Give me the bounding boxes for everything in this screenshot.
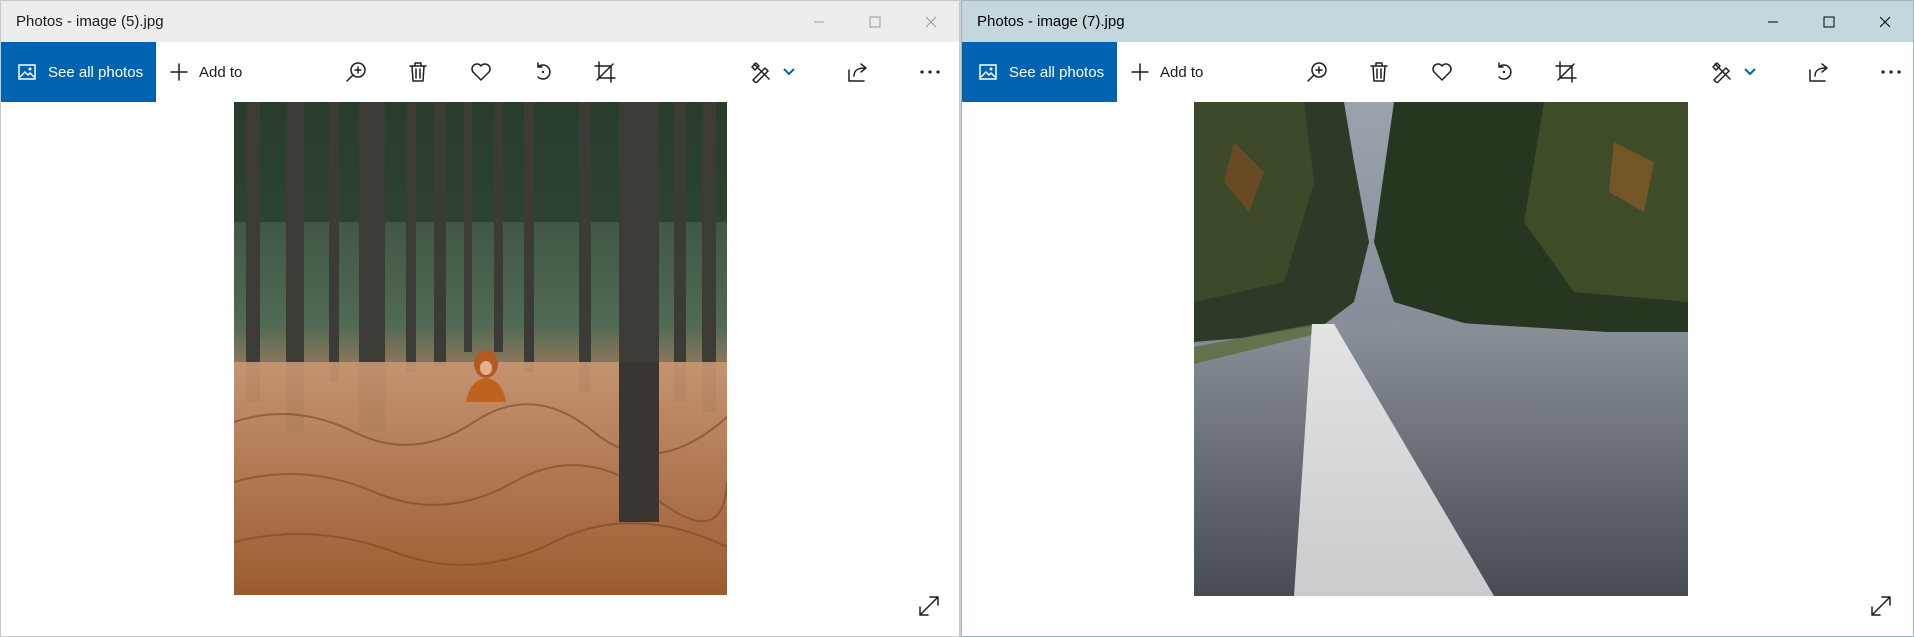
expand-icon xyxy=(1871,596,1891,616)
window-title: Photos - image (7).jpg xyxy=(977,13,1125,30)
road-photo xyxy=(1194,102,1688,596)
minimize-button[interactable] xyxy=(1745,1,1801,42)
window-title: Photos - image (5).jpg xyxy=(16,13,164,30)
see-all-photos-label: See all photos xyxy=(1009,63,1105,81)
minimize-icon xyxy=(814,21,824,22)
maximize-icon xyxy=(869,16,881,27)
favorite-icon xyxy=(1432,63,1452,81)
share-icon xyxy=(848,63,867,82)
crop-icon xyxy=(1555,61,1577,83)
share-button[interactable] xyxy=(1796,42,1840,102)
photos-window-image-7: Photos - image (7).jpg See all photos Ad… xyxy=(961,0,1914,637)
chevron-down-icon xyxy=(1744,68,1756,76)
maximize-button[interactable] xyxy=(847,1,903,42)
plus-icon xyxy=(170,63,188,81)
add-to-label: Add to xyxy=(199,63,243,81)
edit-dropdown-button[interactable] xyxy=(777,42,801,102)
caption-buttons xyxy=(1745,1,1913,42)
favorite-button[interactable] xyxy=(459,42,503,102)
crop-icon xyxy=(594,61,616,83)
add-to-button[interactable]: Add to xyxy=(1130,42,1203,102)
caption-buttons xyxy=(791,1,959,42)
minimize-icon xyxy=(1768,21,1778,22)
toolbar: See all photos Add to xyxy=(962,42,1913,102)
toolbar: See all photos Add to xyxy=(1,42,959,102)
see-all-photos-label: See all photos xyxy=(48,63,144,81)
edit-dropdown-button[interactable] xyxy=(1738,42,1762,102)
rotate-button[interactable] xyxy=(1482,42,1526,102)
zoom-icon xyxy=(1307,62,1327,82)
title-bar[interactable]: Photos - image (7).jpg xyxy=(962,1,1913,42)
fullscreen-button[interactable] xyxy=(909,586,949,626)
rotate-icon xyxy=(1498,62,1512,80)
photo-image-7[interactable] xyxy=(1194,102,1688,596)
see-all-photos-button[interactable]: See all photos xyxy=(1,42,156,102)
photo-gallery-icon xyxy=(979,64,997,80)
edit-icon xyxy=(751,62,770,83)
chevron-down-icon xyxy=(783,68,795,76)
photo-image-5[interactable] xyxy=(234,102,727,595)
rotate-icon xyxy=(537,62,551,80)
add-to-label: Add to xyxy=(1160,63,1204,81)
edit-create-button[interactable] xyxy=(741,42,781,102)
see-all-photos-button[interactable]: See all photos xyxy=(962,42,1117,102)
crop-button[interactable] xyxy=(1544,42,1588,102)
close-icon xyxy=(925,16,937,27)
more-options-button[interactable] xyxy=(908,42,952,102)
fullscreen-button[interactable] xyxy=(1861,586,1901,626)
plus-icon xyxy=(1131,63,1149,81)
add-to-button[interactable]: Add to xyxy=(169,42,242,102)
maximize-button[interactable] xyxy=(1801,1,1857,42)
close-icon xyxy=(1879,16,1891,27)
close-button[interactable] xyxy=(903,1,959,42)
zoom-icon xyxy=(346,62,366,82)
photos-window-image-5: Photos - image (5).jpg See all photos Ad… xyxy=(0,0,960,637)
more-icon xyxy=(920,70,940,74)
zoom-button[interactable] xyxy=(1295,42,1339,102)
title-bar[interactable]: Photos - image (5).jpg xyxy=(1,1,959,42)
minimize-button[interactable] xyxy=(791,1,847,42)
crop-button[interactable] xyxy=(583,42,627,102)
more-icon xyxy=(1881,70,1901,74)
photo-gallery-icon xyxy=(18,64,36,80)
edit-icon xyxy=(1712,62,1731,83)
close-button[interactable] xyxy=(1857,1,1913,42)
more-options-button[interactable] xyxy=(1869,42,1913,102)
zoom-button[interactable] xyxy=(334,42,378,102)
delete-button[interactable] xyxy=(1357,42,1401,102)
edit-create-button[interactable] xyxy=(1702,42,1742,102)
rotate-button[interactable] xyxy=(521,42,565,102)
favorite-button[interactable] xyxy=(1420,42,1464,102)
forest-fern-photo xyxy=(234,102,727,595)
delete-button[interactable] xyxy=(396,42,440,102)
expand-icon xyxy=(919,596,939,616)
delete-icon xyxy=(409,62,427,82)
share-button[interactable] xyxy=(835,42,879,102)
favorite-icon xyxy=(471,63,491,81)
maximize-icon xyxy=(1823,16,1835,27)
share-icon xyxy=(1809,63,1828,82)
delete-icon xyxy=(1370,62,1388,82)
